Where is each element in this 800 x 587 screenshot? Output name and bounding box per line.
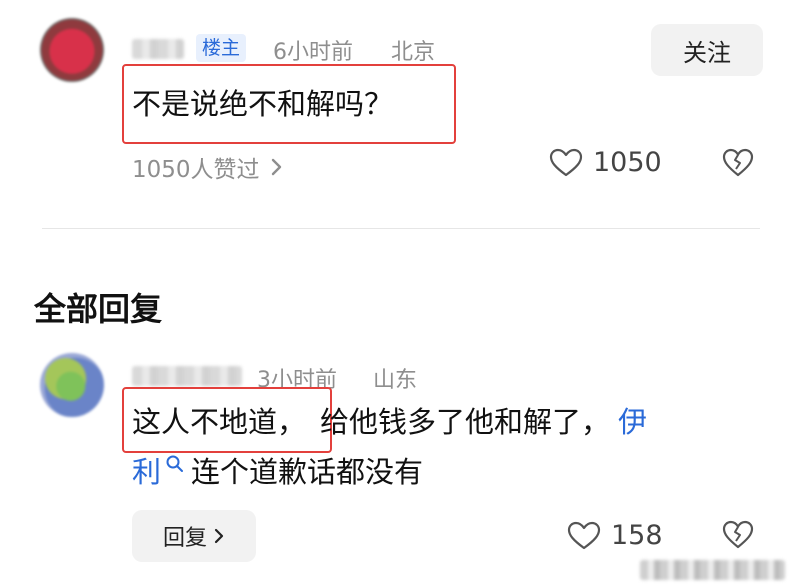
section-title: 全部回复 [34, 290, 163, 328]
reply-text-line2: 利 连个道歉话都没有 [132, 452, 423, 492]
like-button[interactable]: 158 [567, 520, 663, 551]
broken-heart-icon [722, 148, 754, 177]
heart-outline-icon [549, 148, 583, 176]
reply-text-line1: 这人不地道， 给他钱多了他和解了，伊 [132, 402, 647, 442]
reply-text: 给他钱多了他和解了， [320, 405, 611, 439]
chevron-right-icon [271, 158, 281, 176]
post-time: 6小时前 [273, 40, 353, 65]
reply-button[interactable]: 回复 [132, 510, 256, 562]
dislike-button[interactable] [722, 520, 754, 554]
reply-text: 连个道歉话都没有 [191, 455, 424, 489]
like-count: 158 [611, 520, 663, 551]
post-location: 北京 [391, 40, 436, 65]
divider [42, 228, 760, 229]
reply-location: 山东 [373, 368, 418, 393]
follow-button[interactable]: 关注 [651, 24, 763, 76]
avatar[interactable] [40, 18, 104, 82]
like-count: 1050 [593, 147, 662, 178]
broken-heart-icon [722, 520, 754, 549]
username-blurred[interactable] [132, 39, 184, 59]
follow-button-label: 关注 [683, 38, 731, 67]
likers-link[interactable]: 1050人赞过 [132, 150, 284, 184]
dislike-button[interactable] [722, 148, 754, 182]
watermark-blurred [640, 560, 785, 580]
chevron-right-icon [214, 528, 224, 544]
username-blurred[interactable] [132, 366, 242, 386]
like-button[interactable]: 1050 [549, 147, 662, 178]
heart-outline-icon [567, 521, 601, 549]
likers-text: 1050人赞过 [132, 157, 260, 183]
avatar[interactable] [40, 353, 104, 417]
entity-link[interactable]: 利 [132, 452, 161, 492]
op-badge: 楼主 [196, 34, 247, 62]
reply-text-highlighted: 这人不地道， [132, 405, 307, 439]
search-icon[interactable] [165, 454, 185, 476]
post-text: 不是说绝不和解吗？ [132, 87, 394, 121]
entity-link[interactable]: 伊 [618, 405, 647, 439]
reply-button-label: 回复 [162, 526, 207, 551]
